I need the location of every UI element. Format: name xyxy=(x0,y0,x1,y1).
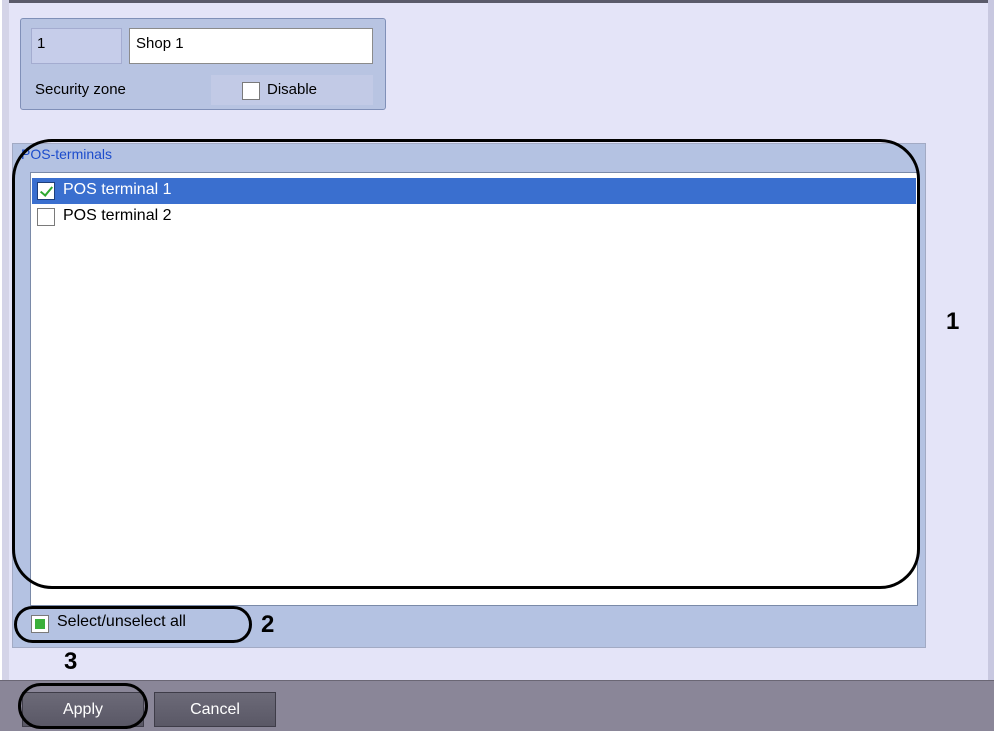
select-all-checkbox[interactable] xyxy=(31,615,49,633)
callout-number-2: 2 xyxy=(261,611,275,638)
security-zone-label: Security zone xyxy=(35,81,126,98)
list-item-pos-terminal-2[interactable]: POS terminal 2 xyxy=(32,204,916,230)
disable-checkbox[interactable] xyxy=(242,82,260,100)
pos-terminals-list[interactable]: POS terminal 1 POS terminal 2 xyxy=(30,172,918,606)
pos-terminals-group-title: POS-terminals xyxy=(20,146,114,162)
security-zone-panel: 1 Shop 1 Security zone Disable xyxy=(20,18,386,110)
cancel-button[interactable]: Cancel xyxy=(154,692,276,727)
pos-terminal-2-label: POS terminal 2 xyxy=(63,207,172,224)
pos-terminal-2-checkbox[interactable] xyxy=(37,208,55,226)
zone-name-field[interactable]: Shop 1 xyxy=(129,28,373,64)
pos-terminal-1-label: POS terminal 1 xyxy=(63,181,172,198)
select-all-label: Select/unselect all xyxy=(57,613,186,630)
callout-number-1: 1 xyxy=(946,308,960,335)
callout-number-3: 3 xyxy=(64,648,78,675)
zone-id-field[interactable]: 1 xyxy=(31,28,122,64)
bottom-button-bar xyxy=(0,680,994,731)
apply-button[interactable]: Apply xyxy=(22,692,144,727)
pos-terminal-1-checkbox[interactable] xyxy=(37,182,55,200)
window-right-edge xyxy=(988,0,994,680)
list-item-pos-terminal-1[interactable]: POS terminal 1 xyxy=(32,178,916,204)
window-left-edge xyxy=(0,0,9,680)
window-top-border xyxy=(0,0,994,3)
disable-label: Disable xyxy=(267,81,318,98)
